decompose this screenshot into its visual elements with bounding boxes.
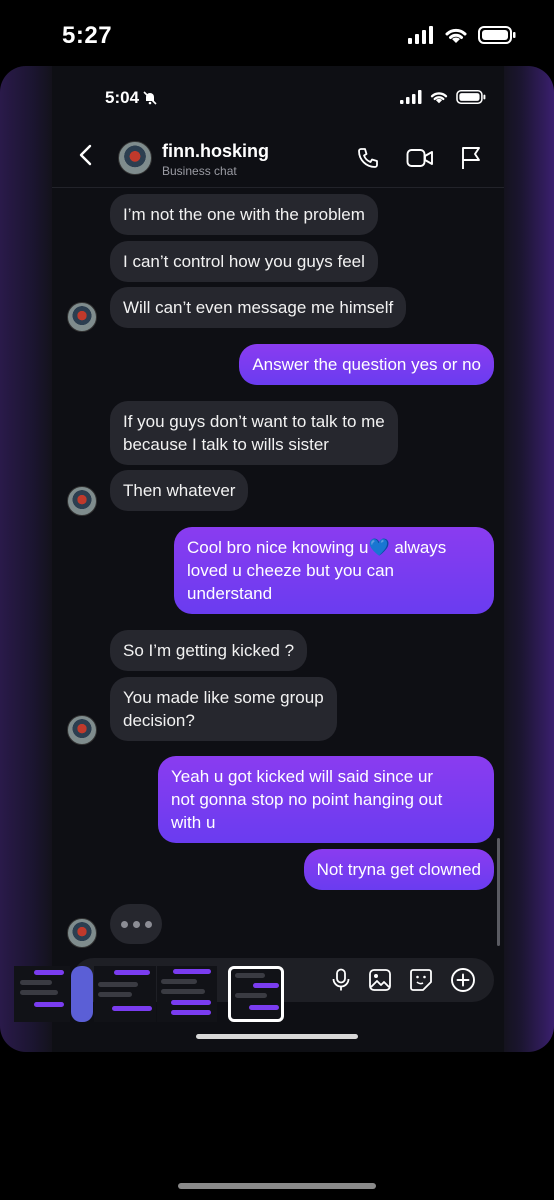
screenshot-thumbnail-strip bbox=[14, 966, 288, 1024]
thumb-bubble bbox=[114, 970, 150, 975]
thumb-bubble bbox=[20, 980, 52, 985]
message-incoming[interactable]: You made like some group decision? bbox=[110, 677, 337, 741]
video-camera-icon[interactable] bbox=[406, 147, 434, 169]
avatar[interactable] bbox=[67, 715, 97, 745]
thumb-bubble bbox=[171, 1000, 211, 1005]
inner-clock-text: 5:04 bbox=[105, 88, 140, 107]
thumb-bubble bbox=[98, 992, 132, 997]
thumb-bubble bbox=[171, 1010, 211, 1015]
flag-icon[interactable] bbox=[460, 146, 482, 170]
typing-dot bbox=[132, 920, 140, 928]
message-incoming[interactable]: I’m not the one with the problem bbox=[110, 194, 378, 235]
screenshot-thumbnail[interactable] bbox=[94, 966, 156, 1022]
phone-icon[interactable] bbox=[356, 146, 380, 170]
avatar[interactable] bbox=[118, 141, 152, 175]
typing-dot bbox=[144, 920, 152, 928]
image-icon[interactable] bbox=[368, 968, 392, 992]
avatar[interactable] bbox=[67, 486, 97, 516]
typing-dot bbox=[120, 920, 128, 928]
cellular-signal-icon bbox=[408, 26, 433, 44]
message-line: If you guys don’t want to talk to me bbox=[123, 412, 385, 431]
message-incoming[interactable]: I can’t control how you guys feel bbox=[110, 241, 378, 282]
outer-status-icons bbox=[408, 26, 516, 44]
message-incoming[interactable]: So I’m getting kicked ? bbox=[110, 630, 308, 671]
typing-indicator bbox=[110, 904, 162, 944]
screenshot-thumbnail[interactable] bbox=[157, 966, 217, 1022]
wifi-icon bbox=[445, 28, 467, 43]
message-line: not gonna stop no point hanging out bbox=[171, 790, 443, 809]
thumb-bubble bbox=[20, 990, 58, 995]
outer-status-bar: 5:27 bbox=[0, 0, 554, 70]
thumb-bubble bbox=[173, 969, 211, 974]
message-incoming[interactable]: If you guys don’t want to talk to me bec… bbox=[110, 401, 398, 465]
avatar[interactable] bbox=[67, 302, 97, 332]
wifi-icon bbox=[430, 92, 448, 104]
chevron-left-icon[interactable] bbox=[78, 144, 92, 166]
avatar[interactable] bbox=[67, 918, 97, 948]
message-line: decision? bbox=[123, 711, 195, 730]
screenshot-thumbnail-selected[interactable] bbox=[228, 966, 284, 1022]
message-incoming[interactable]: Then whatever bbox=[110, 470, 249, 511]
bell-slash-icon bbox=[143, 91, 157, 105]
home-indicator bbox=[196, 1034, 358, 1039]
thumb-bubble bbox=[98, 982, 138, 987]
inner-clock: 5:04 bbox=[105, 88, 157, 108]
chat-header: finn.hosking Business chat bbox=[52, 122, 504, 188]
screenshot-card: 5:04 finn.hosking Business chat I’m not … bbox=[0, 66, 554, 1052]
home-indicator bbox=[178, 1183, 376, 1189]
screenshot-thumbnail[interactable] bbox=[71, 966, 93, 1022]
cellular-signal-icon bbox=[400, 90, 422, 104]
chat-screen: 5:04 finn.hosking Business chat I’m not … bbox=[52, 66, 504, 1052]
message-line: Cool bro nice knowing u💙 always bbox=[187, 538, 447, 557]
scrollbar[interactable] bbox=[497, 838, 500, 946]
contact-name[interactable]: finn.hosking bbox=[162, 141, 269, 162]
screenshot-thumbnail[interactable] bbox=[14, 966, 70, 1022]
thumb-bubble bbox=[161, 989, 205, 994]
thumb-bubble bbox=[34, 970, 64, 975]
chat-type-label: Business chat bbox=[162, 164, 237, 178]
sticker-icon[interactable] bbox=[409, 968, 433, 992]
thumb-bubble bbox=[34, 1002, 64, 1007]
thumb-bubble bbox=[161, 979, 197, 984]
message-line: understand bbox=[187, 584, 273, 603]
microphone-icon[interactable] bbox=[331, 968, 351, 992]
thumb-bubble bbox=[235, 993, 267, 998]
message-outgoing[interactable]: Not tryna get clowned bbox=[303, 849, 494, 890]
message-incoming[interactable]: Will can’t even message me himself bbox=[110, 287, 407, 328]
plus-circle-icon[interactable] bbox=[450, 967, 476, 993]
outer-clock: 5:27 bbox=[62, 22, 113, 49]
message-line: with u bbox=[171, 813, 216, 832]
thumb-bubble bbox=[249, 1005, 279, 1010]
message-line: loved u cheeze but you can bbox=[187, 561, 394, 580]
message-line: Yeah u got kicked will said since ur bbox=[171, 767, 434, 786]
thumb-bubble bbox=[253, 983, 279, 988]
composer-actions bbox=[331, 967, 476, 993]
message-outgoing[interactable]: Yeah u got kicked will said since ur not… bbox=[158, 756, 494, 843]
message-outgoing[interactable]: Cool bro nice knowing u💙 always loved u … bbox=[174, 527, 494, 614]
battery-icon bbox=[456, 90, 486, 104]
inner-status-icons bbox=[400, 90, 486, 104]
thumb-bubble bbox=[235, 973, 265, 978]
message-list: I’m not the one with the problem I can’t… bbox=[52, 188, 504, 958]
message-outgoing[interactable]: Answer the question yes or no bbox=[239, 344, 494, 385]
thumb-bubble bbox=[112, 1006, 152, 1011]
inner-status-bar: 5:04 bbox=[52, 66, 504, 122]
message-line: You made like some group bbox=[123, 688, 324, 707]
battery-icon bbox=[478, 26, 516, 44]
header-actions bbox=[356, 146, 482, 170]
message-line: because I talk to wills sister bbox=[123, 435, 329, 454]
